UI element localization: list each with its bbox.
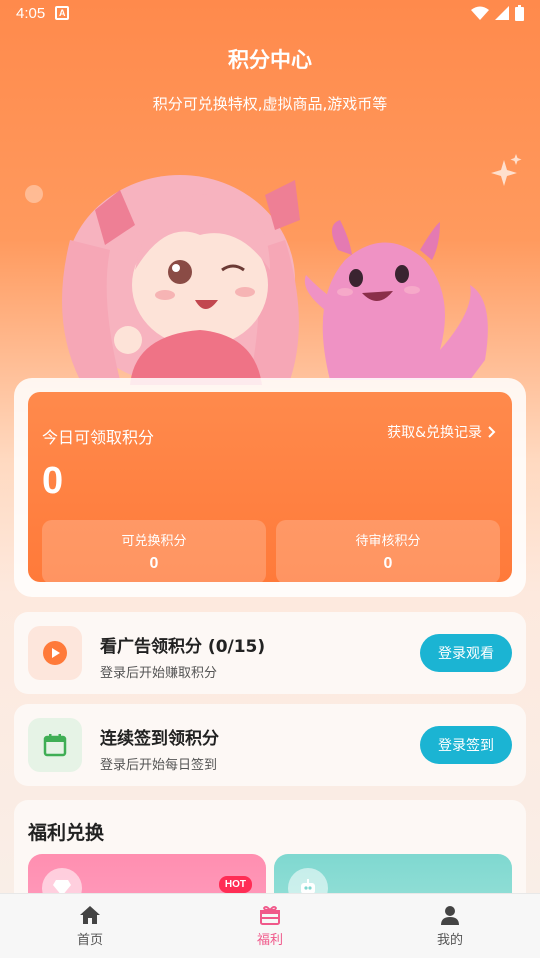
sign-in-task: 连续签到领积分 登录后开始每日签到 登录签到 — [14, 704, 526, 786]
tab-welfare[interactable]: 福利 — [180, 894, 360, 958]
sign-in-desc: 登录后开始每日签到 — [100, 758, 218, 773]
login-sign-in-button[interactable]: 登录签到 — [420, 726, 512, 764]
tab-home[interactable]: 首页 — [0, 894, 180, 958]
page-subtitle: 积分可兑换特权,虚拟商品,游戏币等 — [152, 95, 388, 113]
chevron-right-icon — [488, 426, 496, 438]
sign-in-title: 连续签到领积分 — [100, 729, 219, 749]
pending-points-value: 0 — [383, 555, 393, 572]
play-icon — [28, 626, 82, 680]
exchangeable-points-label: 可兑换积分 — [121, 534, 187, 549]
page-title: 积分中心 — [228, 48, 312, 72]
bottom-tab-bar: 首页 福利 我的 — [0, 893, 540, 958]
points-card: 今日可领取积分 获取&兑换记录 0 可兑换积分 0 待审核积分 0 — [28, 392, 512, 584]
exchangeable-points-box: 可兑换积分 0 — [42, 520, 266, 584]
pending-points-label: 待审核积分 — [355, 534, 421, 549]
records-link-label: 获取&兑换记录 — [387, 425, 482, 441]
tab-home-label: 首页 — [76, 932, 103, 948]
status-time: 4:05 — [16, 4, 46, 22]
home-icon — [80, 905, 100, 924]
battery-icon — [515, 5, 524, 21]
signal-icon — [495, 6, 509, 20]
today-points-label: 今日可领取积分 — [42, 428, 155, 447]
watch-ad-desc: 登录后开始赚取积分 — [100, 666, 218, 681]
calendar-icon — [28, 718, 82, 772]
mascot-illustration — [25, 154, 522, 385]
wifi-icon — [471, 6, 489, 20]
status-icons — [471, 5, 524, 21]
tab-mine-label: 我的 — [436, 932, 463, 948]
tab-welfare-label: 福利 — [256, 932, 283, 948]
app-notification-icon: A — [55, 6, 70, 20]
status-bar: 4:05 A — [0, 0, 540, 26]
exchangeable-points-value: 0 — [149, 555, 159, 572]
pending-points-box: 待审核积分 0 — [276, 520, 500, 584]
tab-mine[interactable]: 我的 — [360, 894, 540, 958]
today-points-value: 0 — [42, 460, 64, 502]
gift-icon — [260, 905, 280, 925]
login-watch-button[interactable]: 登录观看 — [420, 634, 512, 672]
points-card-wrapper: 今日可领取积分 获取&兑换记录 0 可兑换积分 0 待审核积分 0 — [14, 378, 526, 597]
watch-ad-title: 看广告领积分 (0/15) — [100, 637, 266, 657]
watch-ad-task: 看广告领积分 (0/15) 登录后开始赚取积分 登录观看 — [14, 612, 526, 694]
user-icon — [441, 905, 459, 925]
welfare-title: 福利兑换 — [28, 822, 105, 844]
hot-badge: HOT — [218, 876, 252, 893]
records-link[interactable]: 获取&兑换记录 — [387, 422, 496, 442]
